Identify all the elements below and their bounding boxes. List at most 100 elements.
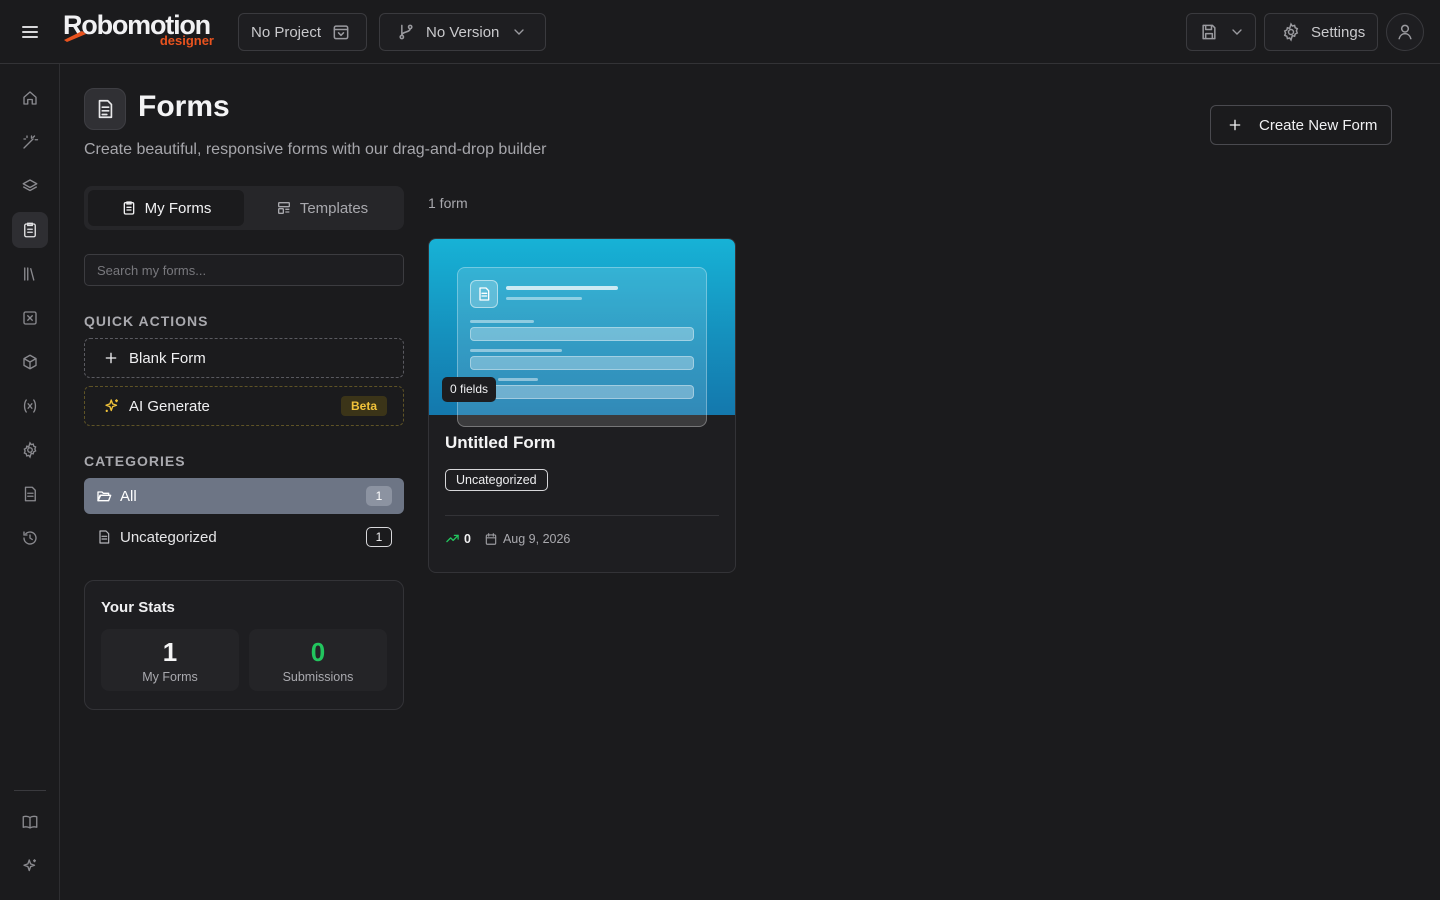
magic-wand-icon xyxy=(23,135,39,149)
form-date: Aug 9, 2026 xyxy=(502,531,571,546)
form-category-tag: Uncategorized xyxy=(445,469,548,491)
category-item-uncategorized[interactable]: Uncategorized 1 xyxy=(84,519,404,555)
thumb-line xyxy=(506,286,618,290)
sidebar-item-settings[interactable] xyxy=(12,432,48,468)
stats-card: Your Stats 1 My Forms 0 Submissions xyxy=(84,580,404,710)
sidebar-item-forms[interactable] xyxy=(12,212,48,248)
document-icon xyxy=(24,486,36,502)
ai-generate-button[interactable]: AI Generate Beta xyxy=(84,386,404,426)
forms-tabs: My Forms Templates xyxy=(84,186,404,230)
stat-my-forms: 1 My Forms xyxy=(101,629,239,691)
library-icon xyxy=(24,267,35,281)
project-label: No Project xyxy=(251,23,322,41)
template-icon xyxy=(277,202,290,214)
logo-swoosh-icon xyxy=(64,31,86,42)
create-new-form-label: Create New Form xyxy=(1259,116,1378,134)
logo-subtitle: designer xyxy=(159,33,214,48)
tab-templates[interactable]: Templates xyxy=(244,190,400,226)
sidebar-item-layers[interactable] xyxy=(12,168,48,204)
save-menu-button[interactable] xyxy=(1186,13,1256,51)
sidebar-item-docs[interactable] xyxy=(12,804,48,840)
search-forms-input[interactable] xyxy=(84,254,404,286)
menu-icon[interactable] xyxy=(18,20,42,44)
logo[interactable]: Robomotion designer xyxy=(63,11,223,51)
sidebar-item-variables[interactable] xyxy=(12,388,48,424)
thumb-field xyxy=(470,327,694,341)
form-meta: 0 Aug 9, 2026 xyxy=(445,531,570,546)
sidebar xyxy=(0,64,60,900)
clipboard-icon xyxy=(123,201,134,215)
sparkles-icon xyxy=(23,859,36,872)
card-divider xyxy=(445,515,719,516)
thumbnail-preview xyxy=(457,267,707,427)
sidebar-item-magic[interactable] xyxy=(12,124,48,160)
tab-my-forms[interactable]: My Forms xyxy=(88,190,244,226)
package-icon xyxy=(23,354,37,370)
version-selector[interactable]: No Version xyxy=(379,13,546,51)
layers-icon xyxy=(22,179,38,192)
stats-title: Your Stats xyxy=(101,599,175,616)
user-icon xyxy=(1395,22,1415,42)
gear-icon xyxy=(23,441,37,459)
thumb-line xyxy=(506,297,582,300)
stat-value: 0 xyxy=(310,637,326,667)
form-card[interactable]: 0 fields Untitled Form Uncategorized 0 A… xyxy=(428,238,736,573)
user-avatar-button[interactable] xyxy=(1386,13,1424,51)
sidebar-item-x-square[interactable] xyxy=(12,300,48,336)
quick-actions-heading: QUICK ACTIONS xyxy=(84,313,209,329)
thumb-line xyxy=(470,349,562,352)
page-title: Forms xyxy=(138,90,230,123)
thumb-field xyxy=(470,385,694,399)
sidebar-item-home[interactable] xyxy=(12,80,48,116)
sidebar-item-ai[interactable] xyxy=(12,848,48,884)
fields-badge: 0 fields xyxy=(442,377,497,402)
variable-icon xyxy=(23,399,37,413)
sidebar-item-library[interactable] xyxy=(12,256,48,292)
thumb-line xyxy=(470,320,534,323)
book-icon xyxy=(22,815,38,829)
folder-open-icon xyxy=(97,491,112,502)
sidebar-item-history[interactable] xyxy=(12,520,48,556)
calendar-icon xyxy=(484,532,498,546)
stat-label: Submissions xyxy=(282,670,354,684)
category-label: Uncategorized xyxy=(120,528,217,546)
main-content: Forms Create beautiful, responsive forms… xyxy=(60,64,1440,900)
page-subtitle: Create beautiful, responsive forms with … xyxy=(84,141,547,158)
stat-submissions: 0 Submissions xyxy=(249,629,387,691)
thumb-line xyxy=(498,378,538,381)
stat-label: My Forms xyxy=(142,670,198,684)
settings-button[interactable]: Settings xyxy=(1264,13,1378,51)
category-item-all[interactable]: All 1 xyxy=(84,478,404,514)
forms-page-icon xyxy=(84,88,126,130)
chevron-down-icon xyxy=(1229,24,1245,40)
form-title: Untitled Form xyxy=(445,433,556,452)
category-label: All xyxy=(120,487,137,505)
forms-count: 1 form xyxy=(428,195,468,211)
top-bar: Robomotion designer No Project No Versio… xyxy=(0,0,1440,64)
blank-form-label: Blank Form xyxy=(129,349,206,367)
sparkles-icon xyxy=(103,397,121,415)
save-icon xyxy=(1199,22,1219,42)
chevron-down-icon xyxy=(511,24,527,40)
plus-icon xyxy=(1227,117,1243,133)
version-label: No Version xyxy=(426,23,500,41)
create-new-form-button[interactable]: Create New Form xyxy=(1210,105,1392,145)
tab-my-forms-label: My Forms xyxy=(144,199,212,217)
home-icon xyxy=(23,91,37,105)
blank-form-button[interactable]: Blank Form xyxy=(84,338,404,378)
stat-value: 1 xyxy=(162,637,178,667)
categories-heading: CATEGORIES xyxy=(84,453,186,469)
tab-templates-label: Templates xyxy=(299,199,369,217)
history-icon xyxy=(23,531,37,545)
document-icon xyxy=(99,530,110,544)
thumb-field xyxy=(470,356,694,370)
sidebar-item-packages[interactable] xyxy=(12,344,48,380)
beta-badge: Beta xyxy=(340,396,387,416)
sidebar-item-documents[interactable] xyxy=(12,476,48,512)
gear-icon xyxy=(1281,22,1301,42)
project-selector[interactable]: No Project xyxy=(238,13,367,51)
form-thumbnail: 0 fields xyxy=(429,239,735,427)
settings-label: Settings xyxy=(1311,23,1366,41)
project-box-icon xyxy=(331,22,351,42)
submission-count: 0 xyxy=(464,531,471,546)
